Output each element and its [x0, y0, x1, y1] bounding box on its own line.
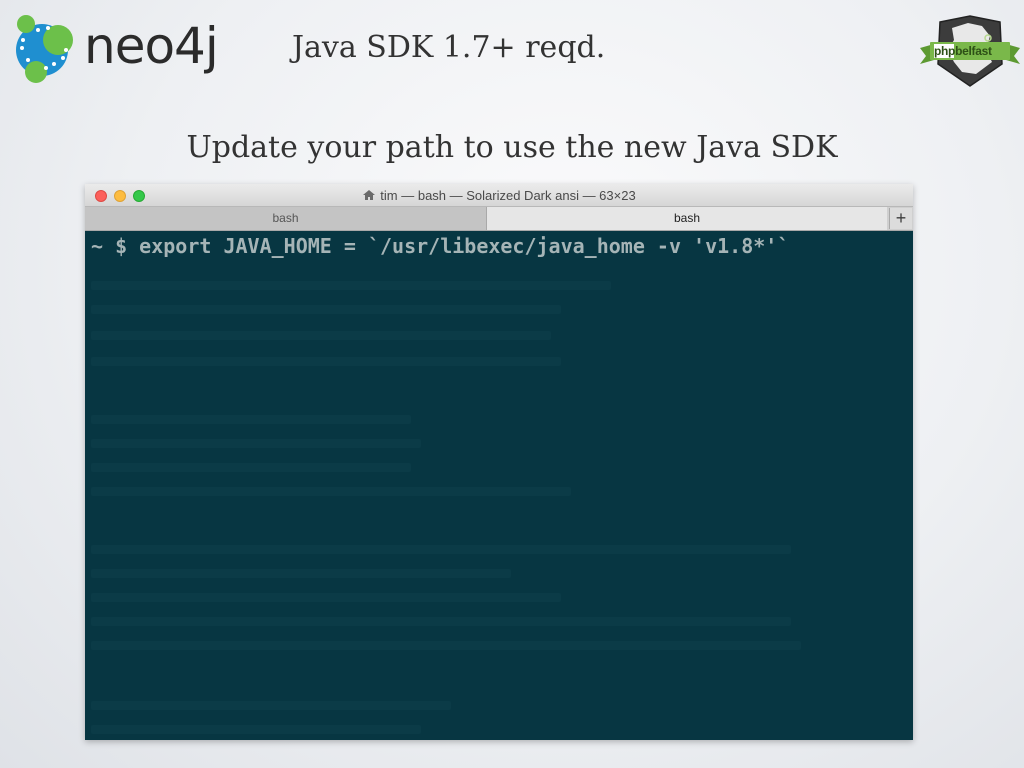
obscured-line [91, 305, 561, 314]
slide-heading: Update your path to use the new Java SDK [186, 130, 838, 165]
obscured-line [91, 593, 561, 602]
obscured-line [91, 617, 791, 626]
neo4j-logo: neo4j [8, 10, 238, 88]
phpbelfast-badge: phpbelfast [918, 14, 1022, 90]
obscured-line [91, 415, 411, 424]
obscured-line [91, 331, 551, 340]
logo-wordmark: neo4j [84, 17, 219, 75]
new-tab-button[interactable]: + [889, 208, 912, 229]
terminal-content[interactable]: ~ $ export JAVA_HOME = `/usr/libexec/jav… [85, 231, 913, 740]
command-line: ~ $ export JAVA_HOME = `/usr/libexec/jav… [91, 234, 790, 258]
tab-bash-1[interactable]: bash [85, 207, 487, 230]
obscured-line [91, 545, 791, 554]
terminal-window[interactable]: tim — bash — Solarized Dark ansi — 63×23… [85, 184, 913, 740]
obscured-line [91, 463, 411, 472]
obscured-line [91, 439, 421, 448]
window-title-text: tim — bash — Solarized Dark ansi — 63×23 [380, 188, 636, 203]
obscured-line [91, 701, 451, 710]
window-title: tim — bash — Solarized Dark ansi — 63×23 [85, 188, 913, 203]
obscured-line [91, 357, 561, 366]
obscured-line [91, 641, 801, 650]
obscured-line [91, 569, 511, 578]
obscured-line [91, 487, 571, 496]
home-icon [363, 190, 376, 200]
tab-bash-2-active[interactable]: bash [487, 207, 887, 230]
obscured-line [91, 725, 421, 734]
tab-bar: bash bash + [85, 207, 913, 231]
neo4j-graph-logo-icon [16, 15, 73, 83]
terminal-titlebar[interactable]: tim — bash — Solarized Dark ansi — 63×23 [85, 184, 913, 207]
badge-label: phpbelfast [934, 44, 992, 58]
obscured-line [91, 281, 611, 290]
slide-subtitle: Java SDK 1.7+ reqd. [292, 30, 606, 65]
